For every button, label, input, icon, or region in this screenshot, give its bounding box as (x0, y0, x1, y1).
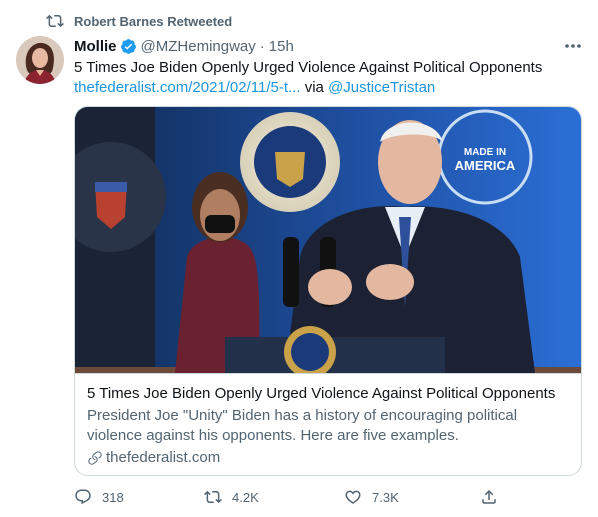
share-icon (482, 489, 496, 504)
retweet-context-label[interactable]: Robert Barnes Retweeted (74, 14, 232, 29)
author-display-name[interactable]: Mollie (74, 38, 117, 55)
reply-icon (75, 489, 91, 505)
tweet[interactable]: Robert Barnes Retweeted Mollie @MZHeming… (0, 0, 598, 517)
svg-text:MADE IN: MADE IN (464, 147, 506, 158)
avatar[interactable] (16, 36, 64, 84)
retweet-action-icon (204, 490, 222, 504)
tweet-text: 5 Times Joe Biden Openly Urged Violence … (74, 59, 543, 76)
reply-count: 318 (102, 489, 124, 505)
header-separator: · (259, 37, 265, 55)
retweet-icon (46, 14, 64, 28)
avatar-image (16, 36, 64, 84)
link-preview-card[interactable]: MADE IN AMERICA 5 Times Joe Biden Openly… (74, 106, 582, 476)
more-options-icon[interactable] (562, 38, 584, 54)
svg-text:AMERICA: AMERICA (455, 158, 516, 173)
retweet-context: Robert Barnes Retweeted (46, 12, 232, 30)
tweet-timestamp[interactable]: 15h (269, 38, 294, 55)
like-button[interactable]: 7.3K (344, 486, 399, 508)
card-description: President Joe "Unity" Biden has a histor… (87, 407, 518, 444)
link-icon (88, 451, 102, 465)
like-icon (345, 490, 361, 504)
card-domain: thefederalist.com (106, 449, 221, 466)
share-button[interactable] (480, 486, 508, 508)
via-label: via (304, 79, 324, 96)
via-mention-link[interactable]: @JusticeTristan (328, 79, 435, 96)
card-domain-row: thefederalist.com (87, 448, 569, 468)
author-handle[interactable]: @MZHemingway (141, 38, 256, 55)
card-title: 5 Times Joe Biden Openly Urged Violence … (87, 385, 556, 402)
retweet-button[interactable]: 4.2K (204, 486, 259, 508)
tweet-actions: 318 4.2K 7.3K (74, 486, 514, 508)
like-count: 7.3K (372, 489, 399, 505)
retweet-count: 4.2K (232, 489, 259, 505)
tweet-url-link[interactable]: thefederalist.com/2021/02/11/5-t... (74, 79, 301, 96)
card-image: MADE IN AMERICA (75, 107, 581, 373)
tweet-link-line: thefederalist.com/2021/02/11/5-t... via … (74, 78, 584, 98)
card-body: 5 Times Joe Biden Openly Urged Violence … (75, 373, 581, 475)
tweet-header: Mollie @MZHemingway · 15h (74, 36, 294, 56)
verified-badge-icon (120, 38, 136, 54)
reply-button[interactable]: 318 (74, 486, 124, 508)
